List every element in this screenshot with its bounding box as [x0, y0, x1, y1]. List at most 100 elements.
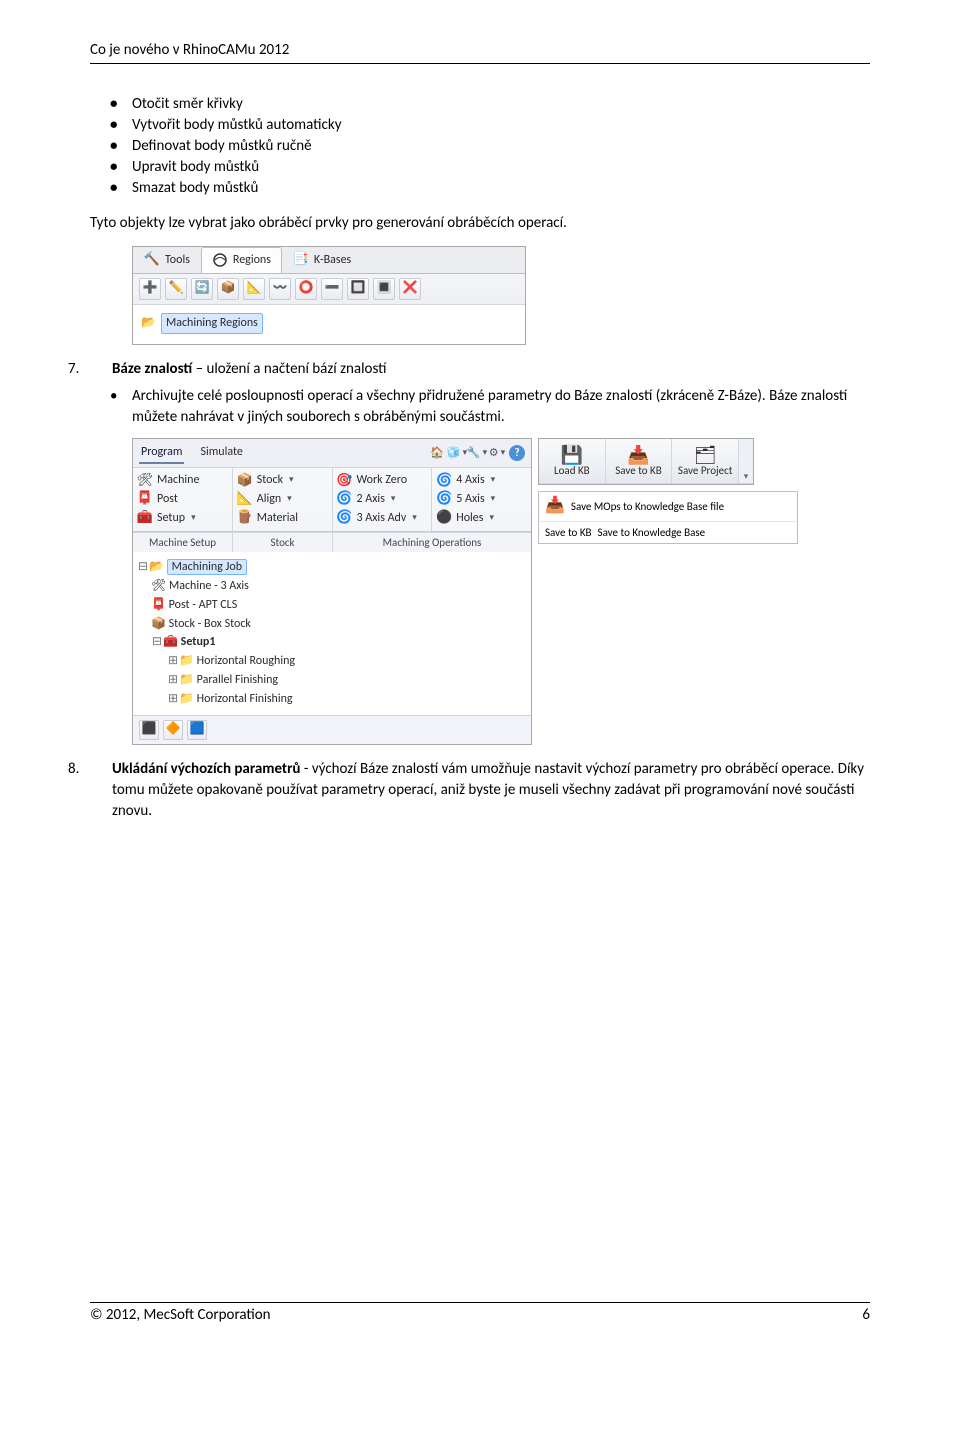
bullet-item: Vytvořit body můstků automaticky [132, 115, 870, 136]
toolbar-button[interactable]: 📦 [217, 278, 239, 300]
tooltip-label: Save to KB [545, 525, 592, 540]
workzero-icon: 🎯 [337, 473, 353, 489]
ribbon-machine[interactable]: 🛠Machine [137, 471, 228, 490]
tree-item[interactable]: 📦 Stock - Box Stock [137, 615, 523, 634]
bullet-item: Otočit směr křivky [132, 94, 870, 115]
ribbon-setup[interactable]: 🧰Setup [137, 509, 228, 528]
tab-label: Regions [233, 252, 271, 269]
setup-icon: 🧰 [163, 635, 178, 649]
kb-save-project-button[interactable]: 🗂 Save Project [672, 439, 739, 484]
section-8: 8.Ukládání výchozích parametrů - výchozí… [90, 759, 870, 822]
ribbon-label: Post [157, 491, 178, 508]
toolbar-button[interactable]: 🟦 [187, 720, 207, 740]
tree-item-machining-regions[interactable]: Machining Regions [161, 313, 263, 334]
toolbar-button[interactable]: ⬛ [139, 720, 159, 740]
gear-icon[interactable]: ⚙ [489, 445, 505, 461]
ribbon-holes[interactable]: ⚫Holes [436, 509, 527, 528]
tree-item[interactable]: 🛠 Machine - 3 Axis [137, 577, 523, 596]
paragraph-1: Tyto objekty lze vybrat jako obráběcí pr… [90, 213, 870, 234]
toolbar-button[interactable]: ✏️ [165, 278, 187, 300]
toolbar-button[interactable]: ⭕ [295, 278, 317, 300]
folder-icon: 📁 [179, 692, 194, 706]
top-bullet-list: Otočit směr křivky Vytvořit body můstků … [90, 94, 870, 199]
toolbar-button[interactable]: ❌ [399, 278, 421, 300]
kb-load-button[interactable]: 💾 Load KB [539, 439, 606, 484]
tab-regions[interactable]: Regions [201, 247, 282, 273]
ribbon-4axis[interactable]: 🌀4 Axis [436, 471, 527, 490]
tree-item[interactable]: ⊞📁 Horizontal Roughing [137, 652, 523, 671]
dropdown-icon[interactable]: 🔧 [469, 445, 485, 461]
tree-item[interactable]: ⊞📁 Horizontal Finishing [137, 690, 523, 709]
kb-tooltip: 📥 Save MOps to Knowledge Base file Save … [538, 491, 798, 544]
ribbon-label: Holes [456, 510, 483, 527]
group-label: Machining Operations [333, 532, 531, 552]
folder-icon: 📁 [179, 654, 194, 668]
section-7: 7.Báze znalostí – uložení a načtení bází… [90, 359, 870, 380]
ribbon-3axisadv[interactable]: 🌀3 Axis Adv [337, 509, 428, 528]
screenshot-program-panel: Program Simulate 🏠 🧊 🔧 ⚙ ? 🛠Machine 📮Pos… [132, 438, 532, 745]
ribbon-workzero[interactable]: 🎯Work Zero [337, 471, 428, 490]
folder-icon: 📁 [179, 673, 194, 687]
toolbar-button[interactable]: 🔲 [347, 278, 369, 300]
ribbon-align[interactable]: 📐Align [237, 490, 328, 509]
tree-root[interactable]: 📂 Machining Regions [141, 311, 517, 336]
machine-icon: 🛠 [151, 579, 166, 593]
kb-ribbon-group: 💾 Load KB 📥 Save to KB 🗂 Save Project ▾ [538, 438, 754, 486]
ribbon-2axis[interactable]: 🌀2 Axis [337, 490, 428, 509]
axis-icon: 🌀 [436, 492, 452, 508]
toolbar-button[interactable]: ➕ [139, 278, 161, 300]
machining-tree: ⊟📂 Machining Job 🛠 Machine - 3 Axis 📮 Po… [133, 552, 531, 714]
ribbon-label: Align [257, 491, 281, 508]
ribbon-material[interactable]: 🪵Material [237, 509, 328, 528]
dropdown-icon[interactable]: 🧊 [449, 445, 465, 461]
home-icon[interactable]: 🏠 [429, 445, 445, 461]
axis-icon: 🌀 [337, 510, 353, 526]
kbase-icon: 📑 [293, 252, 309, 268]
ribbon-post[interactable]: 📮Post [137, 490, 228, 509]
top-tab-program[interactable]: Program [139, 442, 184, 465]
toolbar-button[interactable]: ➖ [321, 278, 343, 300]
ribbon-label: 3 Axis Adv [357, 510, 407, 527]
footer-page-number: 6 [862, 1305, 870, 1326]
ribbon-5axis[interactable]: 🌀5 Axis [436, 490, 527, 509]
section-7-bullets: Archivujte celé posloupnosti operací a v… [90, 386, 870, 428]
page-footer: © 2012, MecSoft Corporation 6 [90, 1302, 870, 1326]
tree-label: Horizontal Finishing [197, 692, 293, 706]
machine-icon: 🛠 [137, 473, 153, 489]
screenshot-program-panel-group: Program Simulate 🏠 🧊 🔧 ⚙ ? 🛠Machine 📮Pos… [132, 438, 870, 745]
ribbon-label: Setup [157, 510, 185, 527]
kb-save-button[interactable]: 📥 Save to KB [606, 439, 673, 484]
toolbar-button[interactable]: 📐 [243, 278, 265, 300]
tab-kbases[interactable]: 📑 K-Bases [282, 247, 362, 273]
help-icon[interactable]: ? [509, 445, 525, 461]
load-icon: 💾 [539, 443, 605, 463]
tab-tools[interactable]: 🔨 Tools [133, 247, 201, 273]
toolbar-button[interactable]: 🔳 [373, 278, 395, 300]
stock-icon: 📦 [237, 473, 253, 489]
ribbon-label: Work Zero [357, 472, 408, 489]
tree-setup1[interactable]: ⊟🧰 Setup1 [137, 633, 523, 652]
kb-label: Load KB [554, 464, 590, 477]
tree-job[interactable]: ⊟📂 Machining Job [137, 558, 523, 577]
tree-item[interactable]: 📮 Post - APT CLS [137, 596, 523, 615]
bullet-item: Definovat body můstků ručně [132, 136, 870, 157]
screenshot-regions-panel: 🔨 Tools Regions 📑 K-Bases ➕ ✏️ 🔄 📦 📐 〰️ … [132, 246, 526, 345]
tree-label: Stock - Box Stock [169, 617, 251, 631]
setup-icon: 🧰 [137, 510, 153, 526]
toolbar-button[interactable]: 🔶 [163, 720, 183, 740]
kb-label: Save Project [678, 464, 733, 477]
ribbon-label: 4 Axis [456, 472, 484, 489]
tooltip-text: Save MOps to Knowledge Base file [571, 499, 724, 514]
tree-item[interactable]: ⊞📁 Parallel Finishing [137, 671, 523, 690]
section-title-bold: Báze znalostí [112, 360, 192, 378]
toolbar-button[interactable]: 〰️ [269, 278, 291, 300]
tree-label: Machining Regions [166, 315, 258, 332]
page-header: Co je nového v RhinoCAMu 2012 [90, 40, 870, 64]
ribbon-label: 5 Axis [456, 491, 484, 508]
post-icon: 📮 [151, 598, 166, 612]
ribbon-stock[interactable]: 📦Stock [237, 471, 328, 490]
project-icon: 🗂 [672, 443, 738, 463]
toolbar-button[interactable]: 🔄 [191, 278, 213, 300]
top-tab-simulate[interactable]: Simulate [198, 442, 244, 465]
expand-button[interactable]: ▾ [739, 439, 753, 484]
